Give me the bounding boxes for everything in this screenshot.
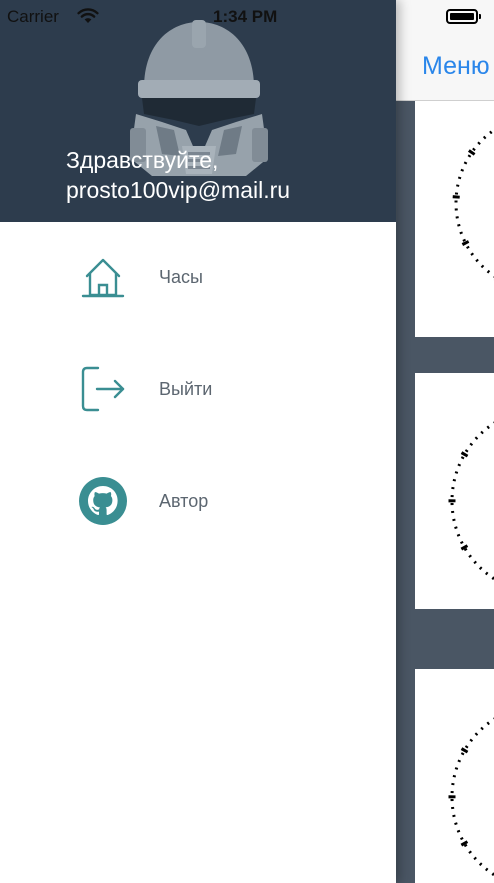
clock-card[interactable] — [415, 669, 494, 883]
menu-item-author[interactable]: Автор — [0, 466, 396, 536]
side-drawer: Здравствуйте, prosto100vip@mail.ru Часы … — [0, 0, 396, 883]
clock-face-icon — [448, 715, 494, 879]
menu-item-label: Часы — [159, 267, 203, 287]
menu-button[interactable]: Меню — [422, 52, 490, 81]
clock-card[interactable] — [415, 101, 494, 337]
logout-icon — [81, 366, 125, 412]
status-time: 1:34 PM — [213, 7, 278, 26]
clock-list[interactable] — [396, 101, 494, 883]
wifi-icon — [77, 8, 99, 23]
drawer-header: Здравствуйте, prosto100vip@mail.ru — [0, 0, 396, 222]
clock-card[interactable] — [415, 373, 494, 609]
user-email: prosto100vip@mail.ru — [66, 177, 291, 203]
home-icon — [81, 258, 125, 298]
menu-item-clocks[interactable]: Часы — [0, 242, 396, 312]
battery-icon — [446, 9, 481, 24]
carrier-label: Carrier — [7, 7, 59, 26]
github-icon — [79, 477, 127, 525]
clock-face-icon — [448, 419, 494, 583]
menu-item-logout[interactable]: Выйти — [0, 354, 396, 424]
clock-face-icon — [452, 125, 494, 281]
menu-item-label: Автор — [159, 491, 209, 511]
greeting-title: Здравствуйте, — [66, 147, 219, 173]
menu-item-label: Выйти — [159, 379, 213, 399]
greeting: Здравствуйте, prosto100vip@mail.ru — [66, 145, 290, 205]
